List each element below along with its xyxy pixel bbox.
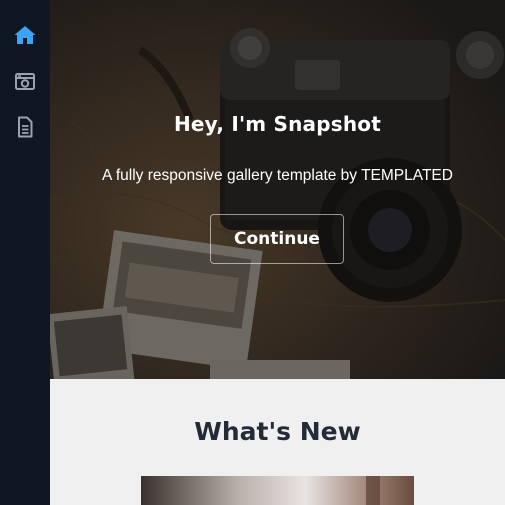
sidebar-item-home[interactable] xyxy=(0,19,50,51)
banner-title: Hey, I'm Snapshot xyxy=(173,112,381,136)
section-title: What's New xyxy=(194,417,361,446)
continue-button[interactable]: Continue xyxy=(210,214,344,264)
sidebar-item-gallery[interactable] xyxy=(0,65,50,97)
sidebar-item-documents[interactable] xyxy=(0,111,50,143)
camera-icon xyxy=(15,73,35,90)
document-icon xyxy=(18,116,33,138)
featured-image[interactable] xyxy=(141,476,414,505)
hero-banner: Hey, I'm Snapshot A fully responsive gal… xyxy=(50,0,505,379)
banner-overlay xyxy=(50,0,505,379)
whats-new-section: What's New xyxy=(50,379,505,505)
banner-subtitle: A fully responsive gallery template by T… xyxy=(102,167,453,184)
home-icon xyxy=(14,26,36,44)
sidebar xyxy=(0,0,50,505)
